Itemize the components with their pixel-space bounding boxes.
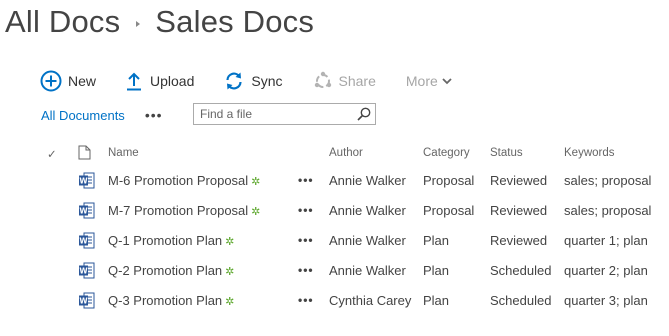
keywords-cell: quarter 2; plan [564,263,648,278]
svg-text:W: W [79,237,88,246]
more-label: More [405,73,438,89]
breadcrumb-root[interactable]: All Docs [5,4,120,40]
row-actions-ellipsis[interactable]: ••• [298,263,314,277]
word-doc-icon: W [78,202,95,222]
svg-text:W: W [79,177,88,186]
document-name-link[interactable]: Q-2 Promotion Plan [108,263,222,278]
share-label: Share [338,73,376,89]
column-header-author[interactable]: Author [329,147,363,159]
new-item-icon: ✲ [225,296,235,308]
upload-button[interactable]: Upload [126,71,194,91]
table-row[interactable]: W Q-3 Promotion Plan ✲ ••• Cynthia Carey … [0,286,669,316]
document-list: ✓ Name Author Category Status Keywords W… [0,140,669,316]
keywords-cell: sales; proposal [564,203,652,218]
sync-icon [226,72,242,90]
add-circle-icon [40,70,62,92]
svg-text:W: W [79,207,88,216]
view-more-ellipsis[interactable]: ••• [145,107,163,123]
upload-label: Upload [150,73,195,89]
category-cell: Plan [423,263,450,278]
author-cell: Annie Walker [329,203,406,218]
category-cell: Plan [423,293,450,308]
list-header: ✓ Name Author Category Status Keywords [0,140,669,166]
document-name-link[interactable]: M-6 Promotion Proposal [108,173,248,188]
author-cell: Annie Walker [329,233,406,248]
table-row[interactable]: W Q-1 Promotion Plan ✲ ••• Annie Walker P… [0,226,669,256]
new-item-icon: ✲ [251,206,261,218]
breadcrumb-separator-icon [136,21,141,27]
sync-label: Sync [251,73,283,89]
column-header-name[interactable]: Name [108,147,139,159]
status-cell: Scheduled [490,293,552,308]
chevron-down-icon [442,77,452,84]
column-header-keywords[interactable]: Keywords [564,147,669,159]
status-cell: Reviewed [490,173,548,188]
row-actions-ellipsis[interactable]: ••• [298,173,314,187]
select-all-checkmark[interactable]: ✓ [47,147,57,161]
category-cell: Proposal [423,203,475,218]
file-type-header-icon [78,145,91,163]
search-icon[interactable] [357,107,371,121]
author-cell: Cynthia Carey [329,293,412,308]
table-row[interactable]: W M-6 Promotion Proposal ✲ ••• Annie Walk… [0,166,669,196]
document-name-link[interactable]: M-7 Promotion Proposal [108,203,248,218]
upload-icon [127,72,142,91]
new-button[interactable]: New [40,70,96,92]
word-doc-icon: W [78,172,95,192]
word-doc-icon: W [78,262,95,282]
document-name-link[interactable]: Q-3 Promotion Plan [108,293,222,308]
author-cell: Annie Walker [329,263,406,278]
more-menu[interactable]: More [406,73,452,89]
category-cell: Plan [423,233,450,248]
table-row[interactable]: W M-7 Promotion Proposal ✲ ••• Annie Walk… [0,196,669,226]
keywords-cell: quarter 3; plan [564,293,648,308]
keywords-cell: sales; proposal [564,173,652,188]
status-cell: Scheduled [490,263,552,278]
row-actions-ellipsis[interactable]: ••• [298,233,314,247]
share-icon [314,71,331,88]
share-button[interactable]: Share [313,71,376,91]
new-item-icon: ✲ [225,236,235,248]
status-cell: Reviewed [490,203,548,218]
status-cell: Reviewed [490,233,548,248]
view-bar: All Documents ••• [41,103,191,127]
view-all-documents[interactable]: All Documents [41,108,125,123]
svg-text:W: W [79,297,88,306]
new-item-icon: ✲ [251,176,261,188]
word-doc-icon: W [78,292,95,312]
keywords-cell: quarter 1; plan [564,233,648,248]
row-actions-ellipsis[interactable]: ••• [298,203,314,217]
word-doc-icon: W [78,232,95,252]
table-row[interactable]: W Q-2 Promotion Plan ✲ ••• Annie Walker P… [0,256,669,286]
page-title: Sales Docs [155,4,315,39]
search-input[interactable] [200,105,350,123]
breadcrumb: All Docs Sales Docs [5,0,314,44]
svg-text:W: W [79,267,88,276]
column-header-category[interactable]: Category [423,147,470,159]
new-label: New [68,73,97,89]
category-cell: Proposal [423,173,475,188]
author-cell: Annie Walker [329,173,406,188]
column-header-status[interactable]: Status [490,147,523,159]
document-name-link[interactable]: Q-1 Promotion Plan [108,233,222,248]
new-item-icon: ✲ [225,266,235,278]
search-box [193,103,376,125]
row-actions-ellipsis[interactable]: ••• [298,293,314,307]
command-bar: New Upload Sync Share More [40,68,482,94]
sync-button[interactable]: Sync [224,71,283,91]
